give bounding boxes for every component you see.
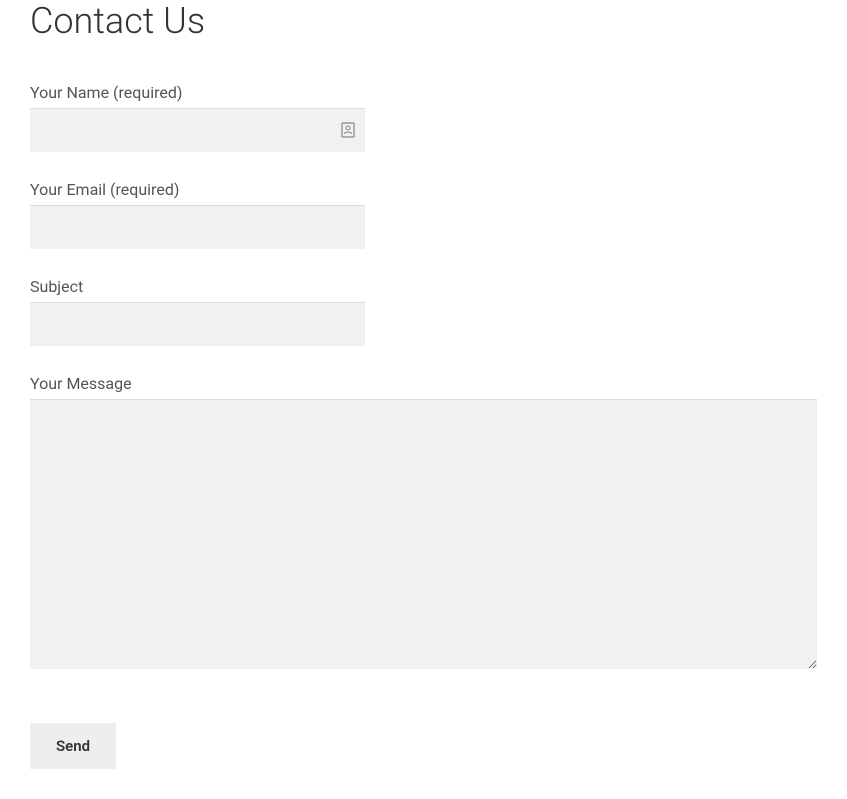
name-input[interactable]: [30, 108, 365, 152]
name-field-group: Your Name (required): [30, 83, 817, 152]
name-input-wrapper: [30, 108, 365, 152]
name-label: Your Name (required): [30, 83, 817, 102]
email-label: Your Email (required): [30, 180, 817, 199]
send-button[interactable]: Send: [30, 723, 116, 769]
message-textarea[interactable]: [30, 399, 817, 669]
email-field-group: Your Email (required): [30, 180, 817, 249]
subject-input[interactable]: [30, 302, 365, 346]
page-title: Contact Us: [30, 0, 817, 43]
subject-label: Subject: [30, 277, 817, 296]
contact-form: Your Name (required) Your Email (require…: [30, 83, 817, 769]
message-label: Your Message: [30, 374, 817, 393]
subject-field-group: Subject: [30, 277, 817, 346]
email-input[interactable]: [30, 205, 365, 249]
message-field-group: Your Message: [30, 374, 817, 673]
